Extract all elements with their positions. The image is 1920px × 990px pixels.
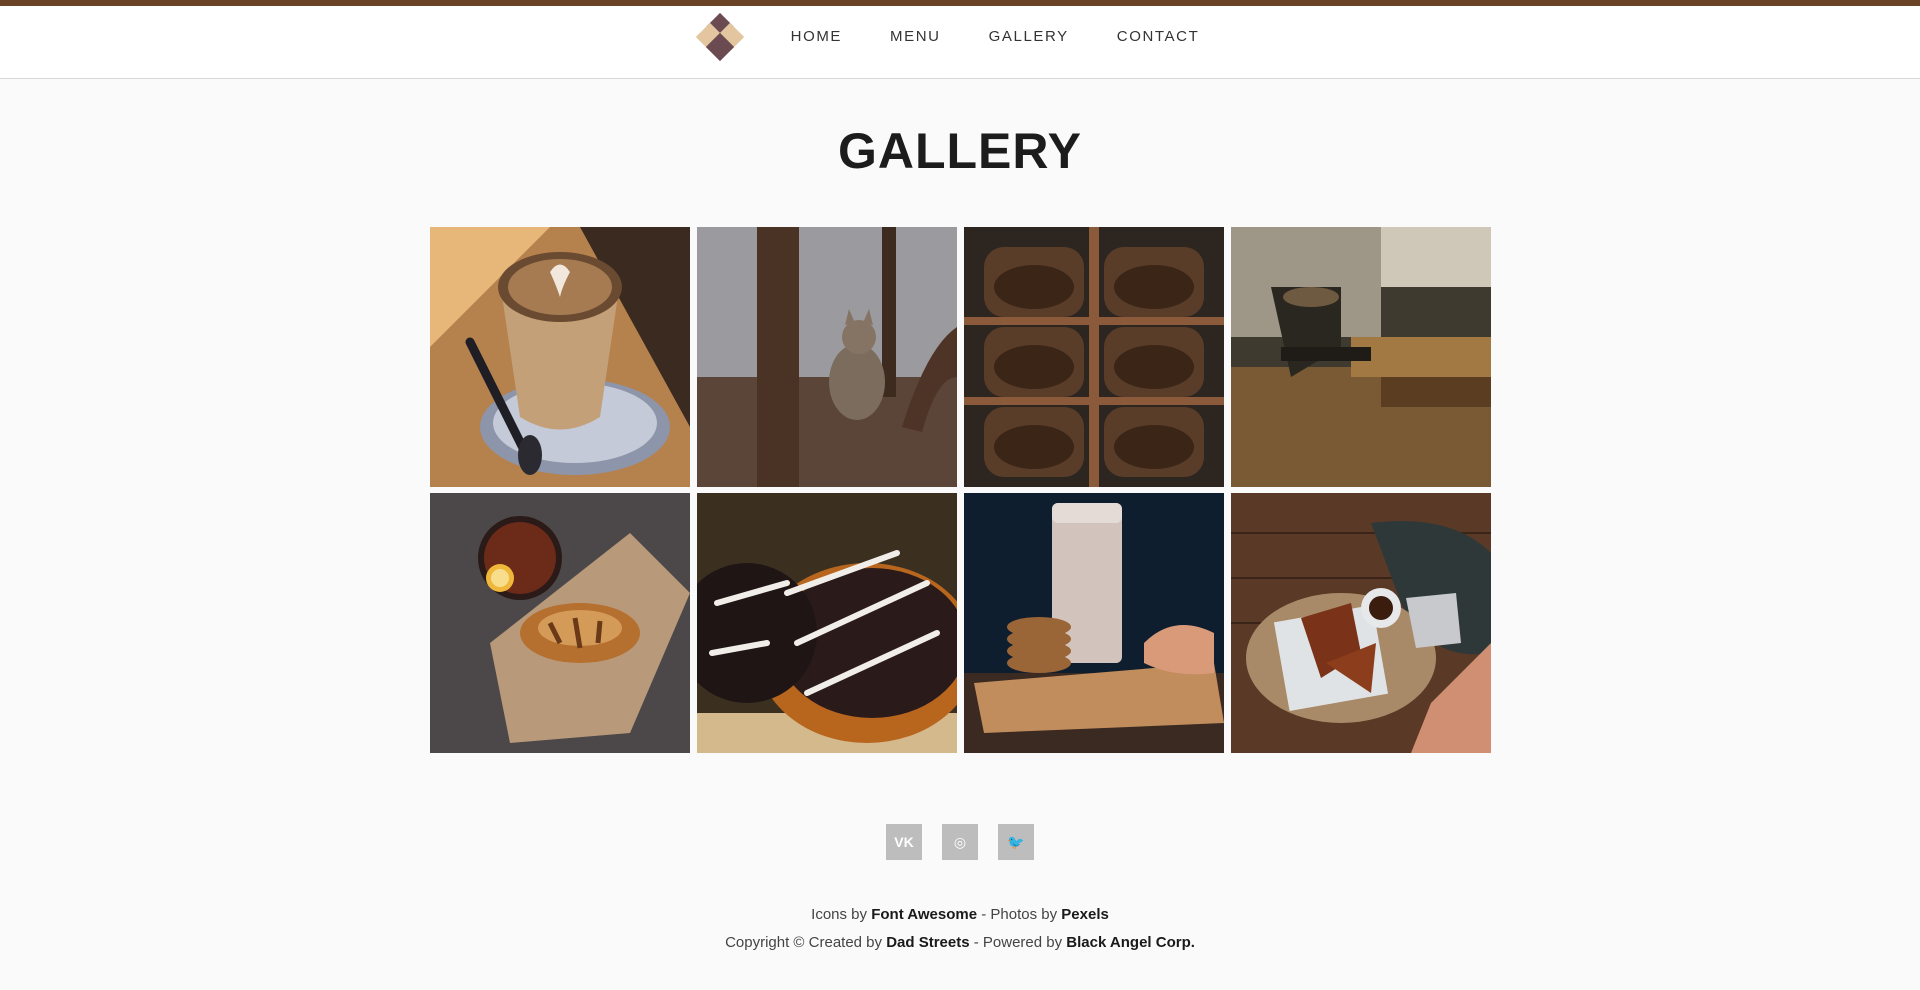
gallery-photo-milk-cookies[interactable]: [964, 493, 1224, 753]
gallery-photo-espresso-machine[interactable]: [1231, 227, 1491, 487]
photos-source-link[interactable]: Pexels: [1061, 906, 1109, 923]
icons-source-link[interactable]: Font Awesome: [871, 906, 977, 923]
nav-contact[interactable]: CONTACT: [1117, 28, 1200, 45]
company-link[interactable]: Black Angel Corp.: [1066, 934, 1195, 951]
gallery-photo-cat[interactable]: [697, 227, 957, 487]
vk-icon[interactable]: VK: [886, 824, 922, 860]
footer-copyright: Copyright © Created by Dad Streets - Pow…: [0, 934, 1920, 951]
author-link[interactable]: Dad Streets: [886, 934, 969, 951]
powered-prefix: - Powered by: [973, 934, 1063, 951]
gallery-grid: [430, 227, 1491, 753]
footer-credits: Icons by Font Awesome - Photos by Pexels: [0, 906, 1920, 923]
logo-icon[interactable]: [695, 12, 744, 61]
gallery-photo-donuts[interactable]: [697, 493, 957, 753]
gallery-photo-coffee-beans[interactable]: [964, 227, 1224, 487]
instagram-icon[interactable]: ◎: [942, 824, 978, 860]
social-links: VK ◎ 🐦: [0, 824, 1920, 860]
gallery-photo-latte[interactable]: [430, 227, 690, 487]
gallery-photo-waffles[interactable]: [1231, 493, 1491, 753]
nav-home[interactable]: HOME: [791, 28, 842, 45]
copyright-prefix: Copyright © Created by: [725, 934, 883, 951]
photos-prefix: - Photos by: [981, 906, 1058, 923]
icons-prefix: Icons by: [811, 906, 868, 923]
nav-gallery[interactable]: GALLERY: [989, 28, 1069, 45]
twitter-icon[interactable]: 🐦: [998, 824, 1034, 860]
page-title: GALLERY: [837, 123, 1083, 179]
nav-menu[interactable]: MENU: [890, 28, 941, 45]
gallery-photo-tea-croissant[interactable]: [430, 493, 690, 753]
main-nav: HOME MENU GALLERY CONTACT: [0, 0, 1920, 73]
